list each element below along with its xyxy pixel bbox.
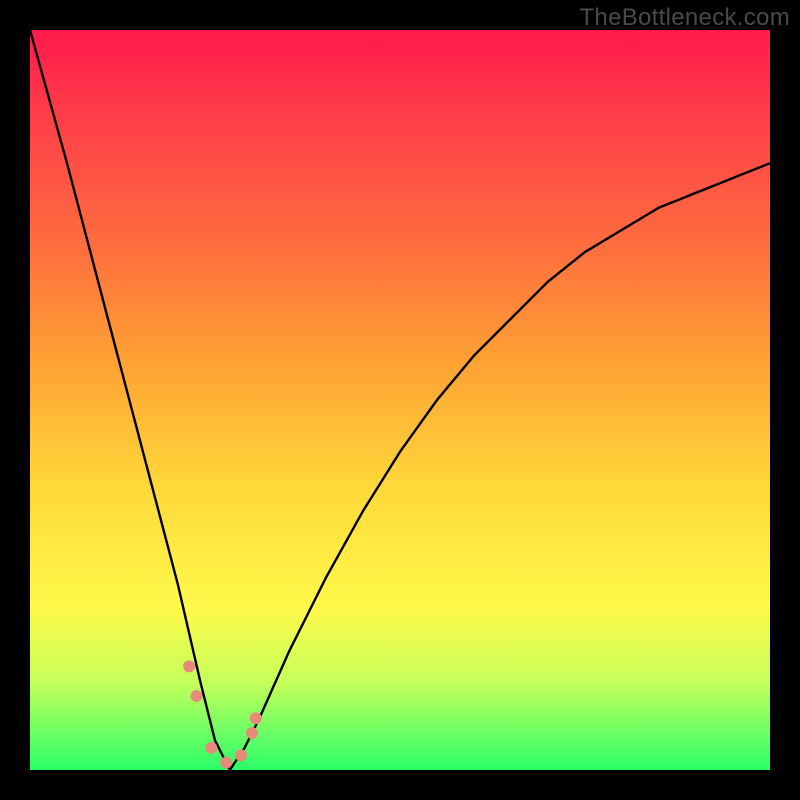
curve-marker (191, 690, 203, 702)
curve-marker (220, 757, 232, 769)
plot-area (30, 30, 770, 770)
bottleneck-curve-svg (30, 30, 770, 770)
chart-frame: TheBottleneck.com (0, 0, 800, 800)
curve-marker (183, 660, 195, 672)
curve-marker (205, 742, 217, 754)
marker-group (183, 660, 262, 768)
curve-marker (250, 712, 262, 724)
watermark-label: TheBottleneck.com (579, 4, 790, 32)
curve-path (30, 30, 770, 770)
curve-marker (246, 727, 258, 739)
curve-marker (235, 749, 247, 761)
